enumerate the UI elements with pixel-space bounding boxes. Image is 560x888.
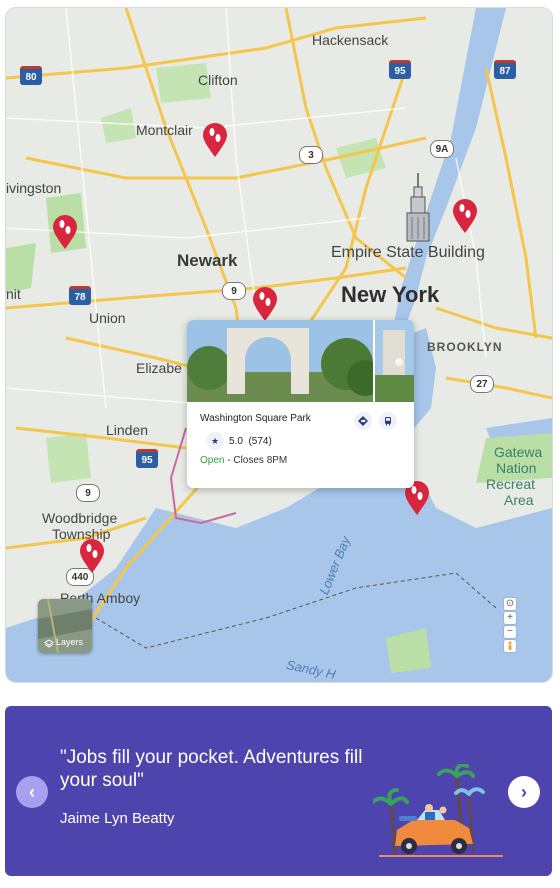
layers-button[interactable]: Layers <box>38 599 92 653</box>
quote-author: Jaime Lyn Beatty <box>60 810 175 827</box>
highway-shield-i95: 95 <box>389 60 411 79</box>
map-label-union: Union <box>89 310 126 326</box>
chevron-right-icon: › <box>521 781 527 802</box>
open-status: Open <box>200 455 225 466</box>
chevron-left-icon: ‹ <box>29 781 35 802</box>
map-pin[interactable] <box>251 286 279 322</box>
layers-icon <box>44 639 54 648</box>
map-label-linden: Linden <box>106 422 149 438</box>
map-pin[interactable] <box>201 122 229 158</box>
closing-time: - Closes 8PM <box>224 455 288 466</box>
map-label-recreation: Recreat <box>486 476 536 492</box>
empire-state-building-icon <box>406 173 430 242</box>
layers-label: Layers <box>56 637 84 647</box>
map-pin[interactable] <box>51 214 79 250</box>
highway-shield-us9: 9 <box>222 282 246 300</box>
rating-value: 5.0 <box>229 436 243 447</box>
highway-shield-9a: 9A <box>430 140 454 158</box>
directions-icon[interactable] <box>354 412 372 430</box>
map-label-gateway: Gatewa <box>494 444 543 460</box>
zoom-in-button[interactable]: + <box>504 612 516 624</box>
highway-shield-i80: 80 <box>20 66 42 85</box>
place-hours: Open - Closes 8PM <box>200 455 287 466</box>
highway-shield-us9-south: 9 <box>76 484 100 502</box>
map-label-clifton: Clifton <box>198 72 238 88</box>
place-info-card[interactable]: Washington Square Park ★ 5.0 (574) Open … <box>187 320 414 488</box>
place-name: Washington Square Park <box>200 413 311 424</box>
map-label-newark: Newark <box>177 251 238 270</box>
pegman-button[interactable] <box>504 640 516 652</box>
quote-text: "Jobs fill your pocket. Adventures fill … <box>60 747 363 791</box>
star-icon: ★ <box>206 432 224 450</box>
map-label-national: Nation <box>496 460 537 476</box>
zoom-out-button[interactable]: − <box>504 626 516 638</box>
map-label-hackensack: Hackensack <box>312 32 389 48</box>
map-label-livingston: ivingston <box>6 180 62 196</box>
pegman-icon <box>508 641 512 650</box>
road-trip-car-illustration <box>373 764 503 857</box>
highway-shield-27: 27 <box>470 375 494 393</box>
review-count: (574) <box>248 436 272 447</box>
map-pin[interactable] <box>78 538 106 574</box>
place-rating: 5.0 (574) <box>229 436 272 447</box>
quote-banner: ‹ "Jobs fill your pocket. Adventures fil… <box>5 706 552 876</box>
map-label-woodbridge: Woodbridge <box>42 510 118 526</box>
highway-shield-i78: 78 <box>69 286 91 305</box>
highway-shield-i95-south: 95 <box>136 449 158 468</box>
next-button[interactable]: › <box>508 776 540 808</box>
highway-shield-route3: 3 <box>299 146 323 164</box>
transit-icon[interactable] <box>379 412 397 430</box>
highway-shield-i87: 87 <box>494 60 516 79</box>
place-photo[interactable] <box>187 320 414 402</box>
map-label-empire-state-building: Empire State Building <box>331 244 485 261</box>
map-label-brooklyn: BROOKLYN <box>427 340 503 354</box>
map-label-elizabeth: Elizabe <box>136 360 182 376</box>
locate-me-button[interactable]: ⊙ <box>504 598 516 610</box>
map-label-area: Area <box>504 492 534 508</box>
previous-button[interactable]: ‹ <box>16 776 48 808</box>
map-label-summit: nit <box>6 286 21 302</box>
map-pin[interactable] <box>451 198 479 234</box>
map-label-new-york: New York <box>341 282 440 307</box>
map-view[interactable]: Hackensack Clifton Montclair ivingston N… <box>6 8 552 682</box>
map-label-montclair: Montclair <box>136 122 193 138</box>
map-zoom-controls: ⊙ + − <box>504 598 516 652</box>
